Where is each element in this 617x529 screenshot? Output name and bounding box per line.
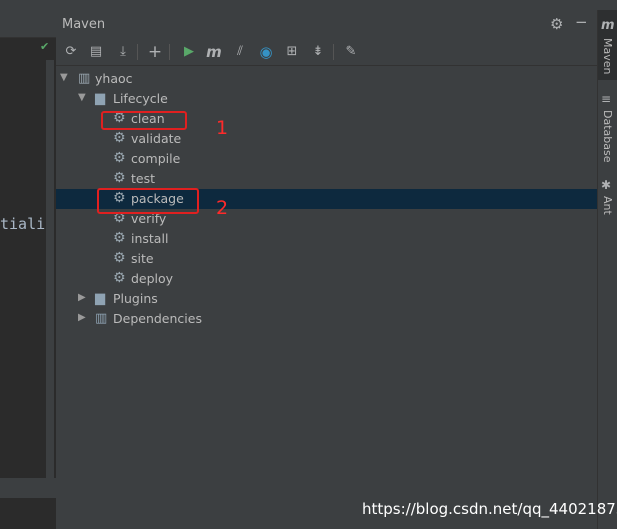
tree-plugins[interactable]: ▶ ▆ Plugins bbox=[56, 289, 597, 309]
run-icon[interactable]: ▶ bbox=[180, 43, 198, 61]
annotation-number: 1 bbox=[216, 117, 229, 139]
goal-compile[interactable]: ⚙ compile bbox=[56, 149, 597, 169]
goal-label: install bbox=[131, 231, 169, 246]
goal-validate[interactable]: ⚙ validate bbox=[56, 129, 597, 149]
gear-icon: ⚙ bbox=[113, 230, 126, 246]
maven-toolbar: ⟳ ▤ ⤓ + ▶ m ⫽ ◉ ⊞ ⇟ ✎ bbox=[56, 38, 597, 66]
tab-label: Maven bbox=[601, 38, 614, 75]
expand-down-icon[interactable]: ▼ bbox=[60, 72, 68, 83]
right-tool-stripe: m Maven ≡ Database ✱ Ant bbox=[597, 10, 617, 529]
tab-label: Ant bbox=[601, 196, 614, 215]
root-label: yhaoc bbox=[95, 71, 133, 86]
goal-label: validate bbox=[131, 131, 182, 146]
dependencies-diagram-icon[interactable]: ⊞ bbox=[283, 43, 301, 61]
plus-icon[interactable]: + bbox=[146, 43, 164, 61]
editor-area: tiali ✔ bbox=[0, 0, 56, 529]
annotation-number: 2 bbox=[216, 197, 229, 219]
execute-goal-icon[interactable]: m bbox=[205, 43, 223, 61]
dependencies-label: Dependencies bbox=[113, 311, 202, 326]
gear-icon: ⚙ bbox=[113, 130, 126, 146]
expand-right-icon[interactable]: ▶ bbox=[78, 312, 86, 323]
database-icon: ≡ bbox=[601, 92, 612, 106]
minus-icon[interactable]: − bbox=[575, 13, 588, 31]
toolbar-separator bbox=[333, 44, 334, 60]
editor-footer bbox=[0, 498, 56, 529]
add-folder-icon[interactable]: ▤ bbox=[87, 43, 105, 61]
gear-icon: ⚙ bbox=[113, 250, 126, 266]
panel-top-border bbox=[56, 0, 597, 10]
goal-label: deploy bbox=[131, 271, 174, 286]
plugins-label: Plugins bbox=[113, 291, 158, 306]
tree-root[interactable]: ▼ ▥ yhaoc bbox=[56, 69, 597, 89]
goal-label: compile bbox=[131, 151, 181, 166]
folder-library-icon: ▥ bbox=[95, 311, 108, 326]
goal-label: test bbox=[131, 171, 156, 186]
goal-install[interactable]: ⚙ install bbox=[56, 229, 597, 249]
goal-test[interactable]: ⚙ test bbox=[56, 169, 597, 189]
inspection-ok-icon: ✔ bbox=[40, 40, 50, 53]
gear-icon[interactable]: ⚙ bbox=[550, 15, 563, 33]
editor-scrollbar[interactable] bbox=[46, 60, 54, 478]
toolbar-separator bbox=[137, 44, 138, 60]
annotation-box-package bbox=[97, 188, 199, 214]
editor-tab-bar bbox=[0, 0, 56, 38]
panel-title: Maven bbox=[62, 17, 106, 32]
goal-deploy[interactable]: ⚙ deploy bbox=[56, 269, 597, 289]
offline-icon[interactable]: ◉ bbox=[257, 43, 275, 61]
watermark: https://blog.csdn.net/qq_44021875 bbox=[362, 500, 617, 518]
code-text: tiali bbox=[0, 215, 46, 233]
gear-icon: ⚙ bbox=[113, 270, 126, 286]
code-editor[interactable]: tiali bbox=[0, 38, 46, 478]
goal-label: site bbox=[131, 251, 154, 266]
lifecycle-label: Lifecycle bbox=[113, 91, 168, 106]
folder-plugin-icon: ▆ bbox=[95, 291, 105, 306]
annotation-box-clean bbox=[101, 111, 187, 130]
reload-icon[interactable]: ⟳ bbox=[62, 43, 80, 61]
tree-dependencies[interactable]: ▶ ▥ Dependencies bbox=[56, 309, 597, 329]
stripe-top bbox=[597, 0, 617, 10]
tree-lifecycle[interactable]: ▼ ▆ Lifecycle bbox=[56, 89, 597, 109]
collapse-icon[interactable]: ⇟ bbox=[309, 43, 327, 61]
maven-icon: m bbox=[601, 18, 615, 33]
goal-site[interactable]: ⚙ site bbox=[56, 249, 597, 269]
panel-header: Maven ⚙ − bbox=[56, 10, 597, 38]
ant-icon: ✱ bbox=[601, 178, 612, 192]
folder-gear-icon: ▆ bbox=[95, 91, 105, 106]
gear-icon: ⚙ bbox=[113, 170, 126, 186]
download-icon[interactable]: ⤓ bbox=[114, 43, 132, 61]
maven-project-icon: ▥ bbox=[78, 71, 91, 86]
editor-scrollbar-horizontal[interactable] bbox=[0, 478, 56, 498]
toolbar-separator bbox=[169, 44, 170, 60]
skip-tests-icon[interactable]: ⫽ bbox=[231, 43, 249, 61]
wrench-icon[interactable]: ✎ bbox=[342, 43, 360, 61]
tab-database[interactable]: ≡ Database bbox=[598, 90, 617, 170]
tab-ant[interactable]: ✱ Ant bbox=[598, 176, 617, 226]
maven-panel: Maven ⚙ − ⟳ ▤ ⤓ + ▶ m ⫽ ◉ ⊞ ⇟ ✎ ▼ ▥ yhao… bbox=[56, 10, 597, 529]
gear-icon: ⚙ bbox=[113, 150, 126, 166]
expand-right-icon[interactable]: ▶ bbox=[78, 292, 86, 303]
tab-label: Database bbox=[601, 110, 614, 163]
expand-down-icon[interactable]: ▼ bbox=[78, 92, 86, 103]
tab-maven[interactable]: m Maven bbox=[598, 10, 617, 80]
